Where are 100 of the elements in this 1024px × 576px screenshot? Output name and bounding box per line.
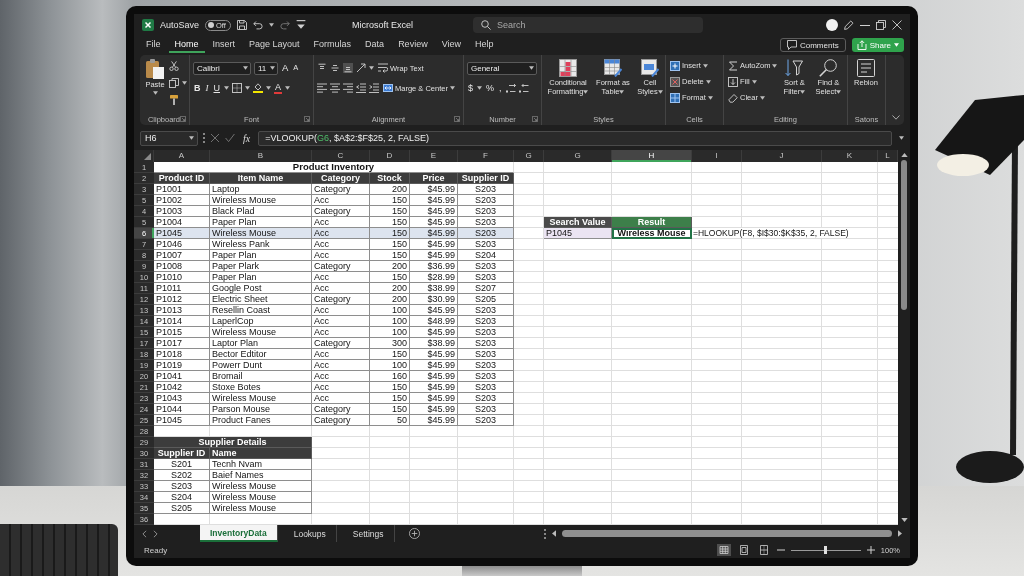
ribbon-tab[interactable]: Page Layout: [243, 37, 306, 53]
name-box[interactable]: H6: [140, 130, 198, 146]
ribbon-tab[interactable]: Insert: [206, 37, 242, 53]
bottom-align-icon[interactable]: [343, 63, 353, 73]
ribbon-tab[interactable]: Help: [469, 37, 500, 53]
decrease-indent-icon[interactable]: [356, 83, 366, 93]
comma-style-button[interactable]: ,: [498, 81, 503, 95]
cancel-icon[interactable]: [210, 133, 220, 143]
collapse-ribbon-icon[interactable]: [892, 115, 900, 120]
column-letter[interactable]: I: [692, 150, 742, 162]
column-letter[interactable]: A: [154, 150, 210, 162]
copy-icon[interactable]: [169, 78, 179, 88]
column-letter[interactable]: J: [742, 150, 822, 162]
column-letter[interactable]: L: [878, 150, 898, 162]
increase-font-size-button[interactable]: A: [281, 61, 290, 75]
undo-icon[interactable]: [252, 20, 263, 30]
add-sheet-icon[interactable]: [408, 528, 420, 539]
decrease-decimal-icon[interactable]: [518, 83, 529, 93]
column-letter[interactable]: K: [822, 150, 878, 162]
fill-bucket-icon[interactable]: [253, 83, 263, 93]
select-all-button[interactable]: [134, 150, 154, 162]
sheet-tab[interactable]: Settings: [342, 525, 395, 542]
previous-sheet-icon[interactable]: [142, 529, 147, 538]
caret-icon[interactable]: [224, 86, 229, 90]
zoom-out-icon[interactable]: [776, 546, 785, 554]
caret-icon[interactable]: [772, 63, 778, 68]
align-left-icon[interactable]: [317, 83, 327, 93]
caret-icon[interactable]: [751, 79, 757, 84]
column-letter[interactable]: G: [544, 150, 612, 162]
number-format-field[interactable]: General: [467, 61, 537, 75]
font-size-field[interactable]: 11: [254, 61, 278, 75]
restore-icon[interactable]: [876, 20, 886, 30]
customize-toolbar-icon[interactable]: [295, 20, 306, 30]
font-color-button[interactable]: A: [274, 82, 282, 94]
underline-button[interactable]: U: [212, 81, 221, 95]
dialog-launcher-icon[interactable]: [454, 116, 460, 122]
caret-icon[interactable]: [270, 66, 275, 70]
caret-icon[interactable]: [189, 136, 194, 140]
caret-icon[interactable]: [619, 89, 625, 94]
caret-icon[interactable]: [182, 81, 187, 85]
italic-button[interactable]: I: [204, 81, 210, 95]
ribbon-tab[interactable]: Data: [359, 37, 391, 53]
caret-icon[interactable]: [583, 89, 589, 94]
bold-button[interactable]: B: [193, 81, 202, 95]
dialog-launcher-icon[interactable]: [180, 116, 186, 122]
caret-icon[interactable]: [759, 95, 765, 100]
ribbon-tab[interactable]: Formulas: [307, 37, 358, 53]
pen-icon[interactable]: [844, 20, 854, 30]
scissors-icon[interactable]: [169, 61, 179, 71]
checkmark-icon[interactable]: [225, 133, 235, 143]
minimize-icon[interactable]: [860, 24, 870, 26]
caret-icon[interactable]: [243, 66, 248, 70]
caret-icon[interactable]: [245, 86, 250, 90]
zoom-slider-thumb[interactable]: [824, 546, 828, 554]
caret-icon[interactable]: [529, 66, 534, 70]
column-letter[interactable]: G: [514, 150, 544, 162]
ribbon-tab[interactable]: Home: [168, 37, 205, 53]
column-letter[interactable]: D: [370, 150, 410, 162]
scroll-down-icon[interactable]: [900, 518, 908, 522]
formula-input[interactable]: =VLOOKUP(G6, $A$2:$F$25, 2, FALSE): [258, 130, 892, 146]
horizontal-scrollbar[interactable]: [562, 530, 892, 537]
middle-align-icon[interactable]: [330, 63, 340, 73]
scroll-thumb[interactable]: [901, 160, 907, 310]
avatar-icon[interactable]: [826, 19, 838, 31]
search-field[interactable]: Search: [472, 17, 703, 33]
close-icon[interactable]: [892, 20, 902, 30]
increase-indent-icon[interactable]: [369, 83, 379, 93]
expand-formula-bar-icon[interactable]: [899, 136, 904, 140]
percent-button[interactable]: %: [485, 81, 496, 95]
caret-icon[interactable]: [836, 89, 842, 94]
column-letter[interactable]: F: [458, 150, 514, 162]
text-orientation-icon[interactable]: [356, 63, 366, 73]
align-center-icon[interactable]: [330, 83, 340, 93]
caret-icon[interactable]: [266, 86, 271, 90]
column-letter[interactable]: B: [210, 150, 312, 162]
caret-icon[interactable]: [800, 89, 806, 94]
ribbon-tab[interactable]: Review: [392, 37, 434, 53]
normal-view-icon[interactable]: [716, 544, 731, 556]
scroll-up-icon[interactable]: [900, 153, 908, 157]
caret-icon[interactable]: [449, 86, 455, 90]
borders-icon[interactable]: [232, 83, 242, 93]
font-name-field[interactable]: Calibri: [193, 61, 251, 75]
caret-icon[interactable]: [152, 90, 158, 95]
paintbrush-icon[interactable]: [169, 95, 179, 105]
next-sheet-icon[interactable]: [153, 529, 158, 538]
insert-function-button[interactable]: fx: [240, 132, 254, 144]
comments-button[interactable]: Comments: [779, 38, 846, 52]
spreadsheet-logo-icon[interactable]: [142, 19, 154, 31]
sheet-tab[interactable]: Lookups: [283, 525, 337, 542]
sheet-tab[interactable]: InventoryData: [200, 525, 278, 542]
column-letter[interactable]: C: [312, 150, 370, 162]
zoom-in-icon[interactable]: [866, 546, 875, 554]
caret-icon[interactable]: [657, 89, 663, 94]
column-letter[interactable]: H: [612, 150, 692, 162]
dialog-launcher-icon[interactable]: [304, 116, 310, 122]
ribbon-tab[interactable]: View: [435, 37, 467, 53]
scroll-right-icon[interactable]: [898, 530, 902, 537]
dialog-launcher-icon[interactable]: [532, 116, 538, 122]
caret-icon[interactable]: [285, 86, 290, 90]
scroll-left-icon[interactable]: [552, 530, 556, 537]
